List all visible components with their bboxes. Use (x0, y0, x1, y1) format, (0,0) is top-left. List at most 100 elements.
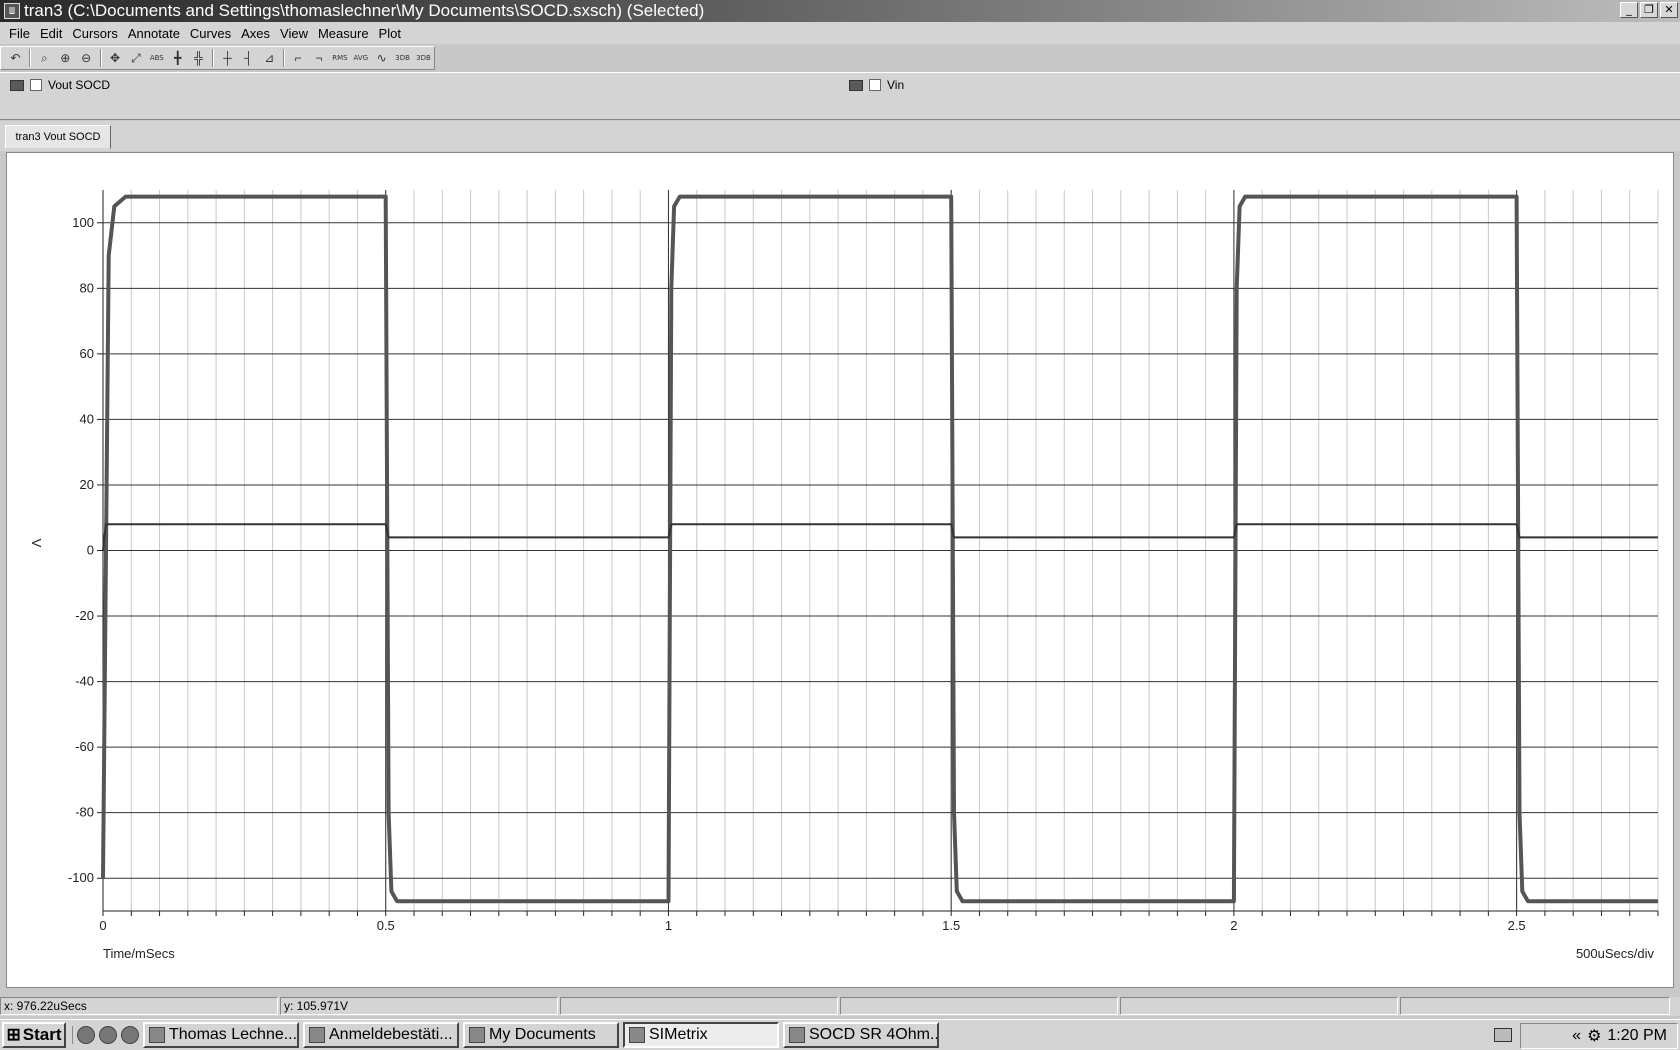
fall-icon[interactable]: ¬ (309, 48, 330, 68)
y-tick-label: 100 (72, 215, 94, 230)
y-tick-label: 20 (80, 477, 94, 492)
series-line-vin (102, 523, 1658, 551)
log-axis-icon[interactable]: ⊿ (259, 48, 280, 68)
abs-label: ABS (149, 54, 164, 62)
abs-icon[interactable]: ABS (146, 48, 167, 68)
x-tick-label: 0.5 (377, 918, 395, 933)
title-bar: ᠎Ш tran3 (C:\Documents and Settings\thom… (0, 0, 1680, 22)
3db-high-icon[interactable]: 3DB (413, 48, 434, 68)
legend-entry-vin: Vin (849, 78, 904, 92)
menu-annotate[interactable]: Annotate (123, 26, 185, 41)
legend-label-vin: Vin (887, 78, 905, 92)
y-tick-label: 80 (80, 280, 94, 295)
legend-bar: Vout SOCD Vin (0, 72, 1680, 120)
quick-launch-icon-2[interactable] (99, 1026, 117, 1044)
menu-axes[interactable]: Axes (236, 26, 275, 41)
minimize-button[interactable]: _ (1620, 2, 1638, 18)
close-button[interactable]: ✕ (1660, 2, 1678, 18)
task-label: My Documents (489, 1026, 596, 1043)
quick-launch-icon-3[interactable] (121, 1026, 139, 1044)
x-tick-label: 2.5 (1508, 918, 1526, 933)
clock[interactable]: 1:20 PM (1607, 1027, 1667, 1045)
y-tick-label: 60 (80, 346, 94, 361)
avg-label: AVG (353, 54, 369, 62)
zoom-in-icon[interactable]: ⊕ (55, 48, 76, 68)
zoom-full-icon[interactable]: ⤢ (125, 48, 146, 68)
3db-low-label: 3DB (395, 54, 410, 62)
waveform-chart[interactable]: 100 80 60 40 20 0 -20 -40 -60 -80 -100 0 0.5 1 1.5 2 2.5… (7, 153, 1673, 987)
window-title: tran3 (C:\Documents and Settings\thomasl… (24, 1, 705, 20)
y-tick-label: 40 (80, 411, 94, 426)
rms-label: RMS (332, 54, 348, 62)
series-line-vout-socd (101, 194, 1658, 904)
schematic-icon (789, 1027, 805, 1043)
toolbar: ↶ ⌕ ⊕ ⊖ ✥ ⤢ ABS ╋ ╬ ┼ ┤ ⊿ ⌐ ¬ RMS AVG ∿ … (0, 46, 435, 70)
zoom-box-icon[interactable]: ⌕ (34, 48, 55, 68)
legend-checkbox-vout[interactable] (30, 79, 42, 91)
y-axis-title: V (29, 539, 44, 548)
x-tick-label: 1 (665, 918, 672, 933)
menu-view[interactable]: View (275, 26, 313, 41)
task-button-mail[interactable]: Thomas Lechne... (143, 1022, 299, 1048)
task-label: Thomas Lechne... (169, 1026, 298, 1043)
tab-tran3-vout-socd[interactable]: tran3 Vout SOCD (5, 125, 111, 149)
scale-label: 500uSecs/div (1576, 946, 1655, 961)
legend-swatch-vout[interactable] (10, 79, 24, 91)
y-tick-label: -80 (75, 805, 94, 820)
grid-icon[interactable]: ┼ (217, 48, 238, 68)
legend-checkbox-vin[interactable] (869, 79, 881, 91)
restore-button[interactable]: ❐ (1640, 2, 1658, 18)
measure-icon[interactable]: ∿ (371, 48, 392, 68)
legend-entry-vout: Vout SOCD (10, 78, 110, 92)
status-bar: x: 976.22uSecs y: 105.971V (0, 997, 1680, 1016)
pan-icon[interactable]: ✥ (105, 48, 126, 68)
menu-measure[interactable]: Measure (313, 26, 374, 41)
task-label: SOCD SR 4Ohm... (809, 1026, 939, 1043)
mail-icon (149, 1027, 165, 1043)
3db-high-label: 3DB (416, 54, 431, 62)
x-tick-label: 0 (99, 918, 106, 933)
quick-launch-icon-1[interactable] (77, 1026, 95, 1044)
tray-expand-chevron[interactable]: « (1572, 1027, 1581, 1045)
avg-icon[interactable]: AVG (350, 48, 371, 68)
task-button-pdf[interactable]: Anmeldebestäti... (303, 1022, 459, 1048)
legend-label-vout: Vout SOCD (48, 78, 111, 92)
menu-file[interactable]: File (4, 26, 35, 41)
toolbar-separator (212, 49, 215, 67)
y-tick-label: -40 (75, 674, 94, 689)
3db-low-icon[interactable]: 3DB (392, 48, 413, 68)
cursor-icon[interactable]: ╋ (167, 48, 188, 68)
windows-logo-icon: ⊞ (6, 1025, 21, 1044)
task-button-simetrix[interactable]: SIMetrix (623, 1022, 779, 1048)
y-tick-label: -100 (68, 870, 94, 885)
menu-curves[interactable]: Curves (185, 26, 236, 41)
menu-plot[interactable]: Plot (374, 26, 406, 41)
start-button[interactable]: ⊞ Start (2, 1022, 66, 1048)
toolbar-separator (28, 49, 31, 67)
zoom-out-icon[interactable]: ⊖ (76, 48, 97, 68)
menu-cursors[interactable]: Cursors (67, 26, 123, 41)
status-x-readout: x: 976.22uSecs (0, 997, 278, 1015)
cursor-pair-icon[interactable]: ╬ (188, 48, 209, 68)
task-button-socd-schematic[interactable]: SOCD SR 4Ohm... (783, 1022, 939, 1048)
rise-icon[interactable]: ⌐ (288, 48, 309, 68)
plot-area[interactable]: 100 80 60 40 20 0 -20 -40 -60 -80 -100 0 0.5 1 1.5 2 2.5… (6, 152, 1674, 988)
undo-icon[interactable]: ↶ (5, 48, 26, 68)
y-tick-label: -60 (75, 739, 94, 754)
rms-icon[interactable]: RMS (329, 48, 350, 68)
simetrix-app-icon[interactable]: ᠎Ш (4, 3, 20, 19)
x-axis-title: Time/mSecs (103, 946, 175, 961)
menu-bar: File Edit Cursors Annotate Curves Axes V… (0, 22, 1680, 44)
status-cell-5 (1120, 997, 1398, 1015)
legend-swatch-vin[interactable] (849, 79, 863, 91)
grid-vertical-icon[interactable]: ┤ (238, 48, 259, 68)
folder-icon (469, 1027, 485, 1043)
keyboard-icon[interactable] (1494, 1028, 1512, 1042)
menu-edit[interactable]: Edit (35, 26, 67, 41)
taskbar: ⊞ Start Thomas Lechne... Anmeldebestäti.… (0, 1019, 1680, 1050)
status-cell-6 (1400, 997, 1670, 1015)
simetrix-icon (629, 1027, 645, 1043)
quick-launch (72, 1026, 139, 1044)
network-icon[interactable]: ⚙ (1587, 1026, 1601, 1046)
task-button-my-documents[interactable]: My Documents (463, 1022, 619, 1048)
